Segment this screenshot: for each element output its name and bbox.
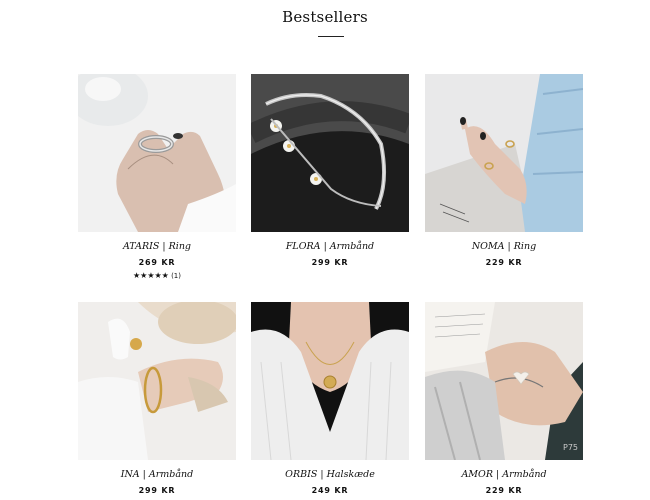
product-price: 249 KR xyxy=(311,486,349,495)
product-name[interactable]: ATARIS | Ring xyxy=(78,241,236,252)
product-name[interactable]: AMOR | Armbånd xyxy=(425,469,583,480)
product-price: 229 KR xyxy=(485,486,523,495)
product-image-flora-bracelet[interactable] xyxy=(251,74,409,232)
product-image-ataris-ring[interactable] xyxy=(78,74,236,232)
product-card-ataris[interactable]: ATARIS | Ring 269 KR ★★★★★ (1) xyxy=(78,74,236,280)
product-card-orbis[interactable]: ORBIS | Halskæde 249 KR xyxy=(251,302,409,495)
rating-count: (1) xyxy=(171,272,181,280)
product-name[interactable]: NOMA | Ring xyxy=(425,241,583,252)
product-name[interactable]: INA | Armbånd xyxy=(78,469,236,480)
product-name[interactable]: ORBIS | Halskæde xyxy=(251,469,409,480)
product-price: 299 KR xyxy=(311,258,349,267)
product-image-ina-bracelet[interactable] xyxy=(78,302,236,460)
product-card-amor[interactable]: P75 AMOR | Armbånd 229 KR xyxy=(425,302,583,495)
product-card-noma[interactable]: NOMA | Ring 229 KR xyxy=(425,74,583,267)
section-title: Bestsellers xyxy=(282,8,368,26)
title-divider xyxy=(318,36,344,37)
product-card-ina[interactable]: INA | Armbånd 299 KR xyxy=(78,302,236,495)
product-rating: ★★★★★ (1) xyxy=(78,271,236,280)
rating-stars: ★★★★★ xyxy=(132,271,169,280)
product-price: 269 KR xyxy=(138,258,176,267)
product-price: 229 KR xyxy=(485,258,523,267)
product-card-flora[interactable]: FLORA | Armbånd 299 KR xyxy=(251,74,409,267)
product-price: 299 KR xyxy=(138,486,176,495)
svg-text:P75: P75 xyxy=(563,443,578,452)
product-image-amor-bracelet[interactable]: P75 xyxy=(425,302,583,460)
product-image-orbis-necklace[interactable] xyxy=(251,302,409,460)
product-image-noma-ring[interactable] xyxy=(425,74,583,232)
product-name[interactable]: FLORA | Armbånd xyxy=(251,241,409,252)
